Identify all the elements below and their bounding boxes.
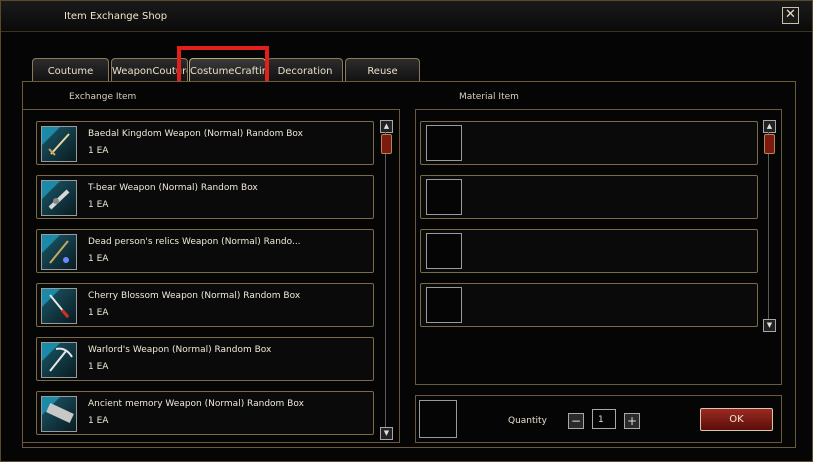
cannon-icon xyxy=(41,396,77,432)
material-slot[interactable] xyxy=(426,233,462,269)
scroll-up-icon[interactable]: ▲ xyxy=(380,120,393,133)
exchange-scrollbar[interactable]: ▲ ▼ xyxy=(380,120,393,440)
blade-icon xyxy=(41,288,77,324)
list-item[interactable]: Cherry Blossom Weapon (Normal) Random Bo… xyxy=(36,283,374,327)
tab-label: Decoration xyxy=(277,66,333,77)
close-icon: ✕ xyxy=(785,7,796,22)
list-item[interactable]: Ancient memory Weapon (Normal) Random Bo… xyxy=(36,391,374,435)
list-item[interactable]: Dead person's relics Weapon (Normal) Ran… xyxy=(36,229,374,273)
scroll-up-icon[interactable]: ▲ xyxy=(763,120,776,133)
item-name: Warlord's Weapon (Normal) Random Box xyxy=(88,345,272,355)
material-slot-row[interactable] xyxy=(420,121,758,165)
scroll-thumb[interactable] xyxy=(764,134,775,154)
scroll-down-icon[interactable]: ▼ xyxy=(763,319,776,332)
item-name: Baedal Kingdom Weapon (Normal) Random Bo… xyxy=(88,129,303,139)
material-slot[interactable] xyxy=(426,179,462,215)
exchange-item-list: Baedal Kingdom Weapon (Normal) Random Bo… xyxy=(22,109,400,443)
material-slot-row[interactable] xyxy=(420,175,758,219)
pickaxe-icon xyxy=(41,342,77,378)
item-quantity: 1 EA xyxy=(88,308,109,318)
tab-label: Coutume xyxy=(47,66,94,77)
gun-icon xyxy=(41,180,77,216)
tab-reuse[interactable]: Reuse xyxy=(345,58,420,82)
result-item-slot[interactable] xyxy=(419,400,457,438)
scroll-down-icon[interactable]: ▼ xyxy=(380,427,393,440)
quantity-decrease-button[interactable]: − xyxy=(568,413,584,429)
item-name: T-bear Weapon (Normal) Random Box xyxy=(88,183,258,193)
tab-coutume[interactable]: Coutume xyxy=(32,58,109,82)
item-quantity: 1 EA xyxy=(88,200,109,210)
quantity-input[interactable]: 1 xyxy=(592,409,616,429)
material-item-list: ▲ ▼ xyxy=(415,109,782,385)
quantity-increase-button[interactable]: + xyxy=(624,413,640,429)
material-slot[interactable] xyxy=(426,287,462,323)
material-item-label: Material Item xyxy=(459,92,519,102)
plus-icon: + xyxy=(626,414,638,428)
exchange-controls: Quantity − 1 + OK xyxy=(415,395,782,443)
item-quantity: 1 EA xyxy=(88,254,109,264)
title-bar[interactable]: Item Exchange Shop ✕ xyxy=(1,1,812,32)
minus-icon: − xyxy=(570,414,582,428)
tab-label: Reuse xyxy=(367,66,398,77)
item-exchange-window: Item Exchange Shop ✕ Coutume WeaponCoutu… xyxy=(0,0,813,462)
material-scrollbar[interactable]: ▲ ▼ xyxy=(763,120,776,332)
sword-icon xyxy=(41,126,77,162)
scroll-track[interactable] xyxy=(385,132,386,428)
tab-decoration[interactable]: Decoration xyxy=(267,58,343,82)
exchange-item-label: Exchange Item xyxy=(69,92,137,102)
material-slot[interactable] xyxy=(426,125,462,161)
item-quantity: 1 EA xyxy=(88,146,109,156)
item-name: Dead person's relics Weapon (Normal) Ran… xyxy=(88,237,301,247)
quantity-label: Quantity xyxy=(508,416,547,426)
item-name: Ancient memory Weapon (Normal) Random Bo… xyxy=(88,399,304,409)
staff-icon xyxy=(41,234,77,270)
item-quantity: 1 EA xyxy=(88,416,109,426)
list-item[interactable]: Warlord's Weapon (Normal) Random Box 1 E… xyxy=(36,337,374,381)
material-slot-row[interactable] xyxy=(420,283,758,327)
material-slot-row[interactable] xyxy=(420,229,758,273)
window-title: Item Exchange Shop xyxy=(64,11,168,22)
list-item[interactable]: T-bear Weapon (Normal) Random Box 1 EA xyxy=(36,175,374,219)
item-quantity: 1 EA xyxy=(88,362,109,372)
ok-button[interactable]: OK xyxy=(700,408,773,431)
scroll-track[interactable] xyxy=(768,132,769,320)
scroll-thumb[interactable] xyxy=(381,134,392,154)
item-name: Cherry Blossom Weapon (Normal) Random Bo… xyxy=(88,291,301,301)
close-button[interactable]: ✕ xyxy=(782,7,799,24)
list-item[interactable]: Baedal Kingdom Weapon (Normal) Random Bo… xyxy=(36,121,374,165)
